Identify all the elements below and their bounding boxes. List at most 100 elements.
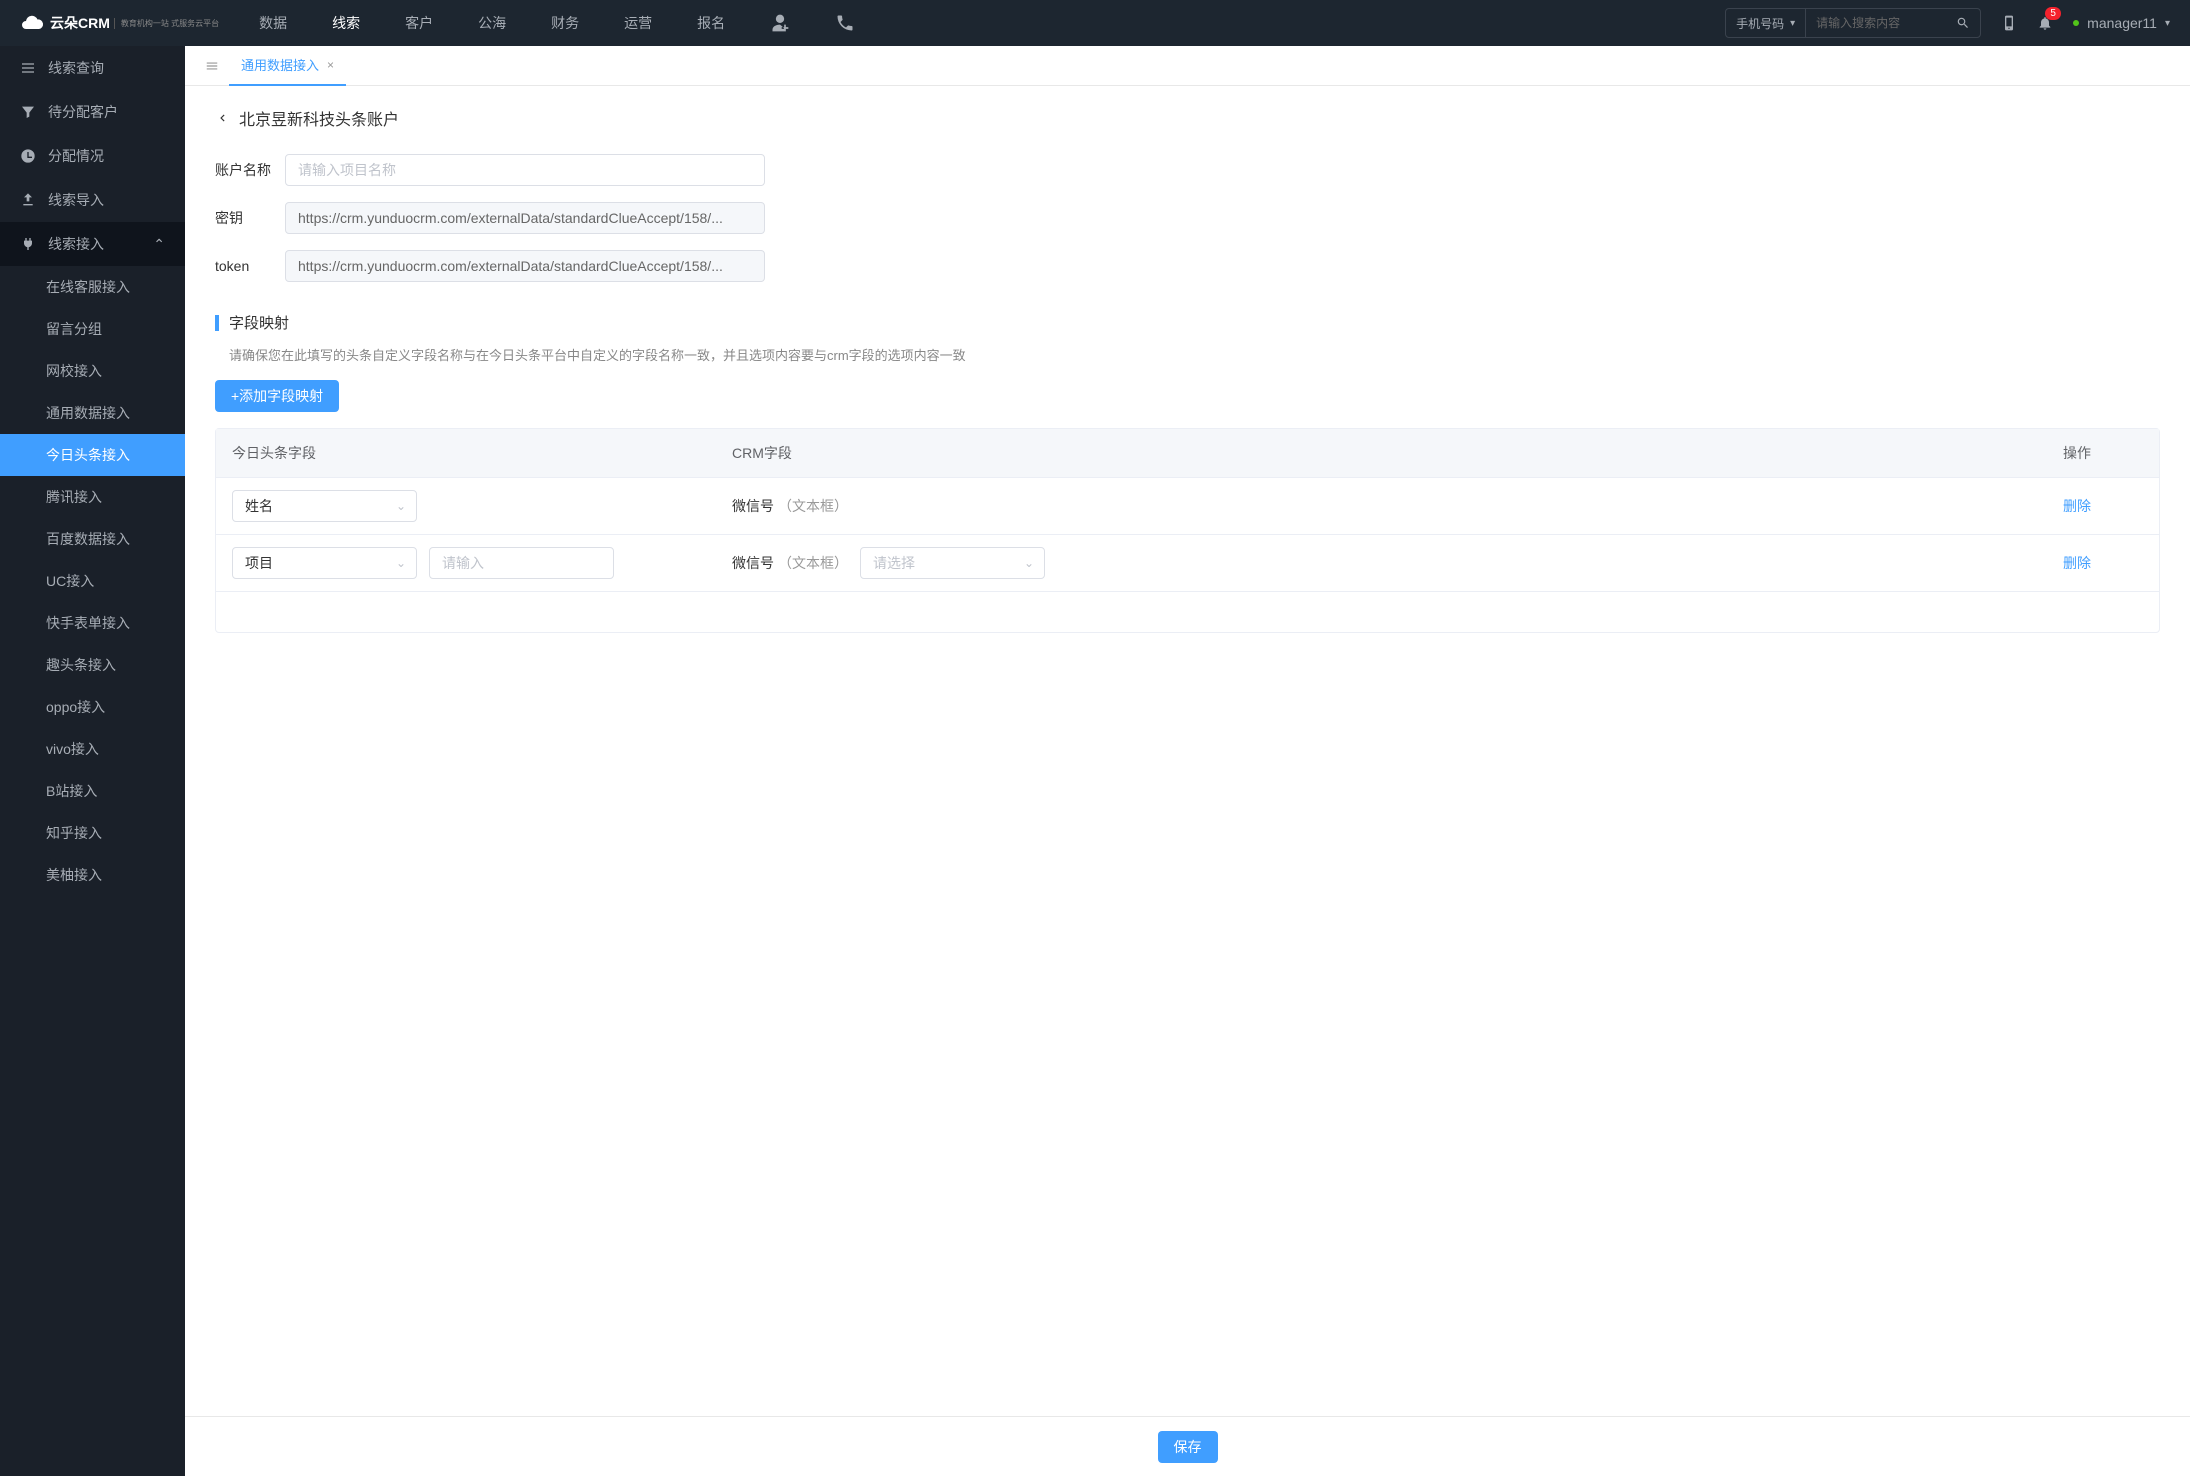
sidebar-sub-online-service[interactable]: 在线客服接入 — [0, 266, 185, 308]
sidebar-item-clue-query[interactable]: 线索查询 — [0, 46, 185, 90]
sidebar-sub-vivo[interactable]: vivo接入 — [0, 728, 185, 770]
tab-general-data[interactable]: 通用数据接入 × — [229, 46, 346, 86]
select-placeholder: 请选择 — [873, 553, 915, 573]
section-title-mapping: 字段映射 — [215, 312, 2160, 333]
secret-label: 密钥 — [215, 208, 285, 228]
phone-icon[interactable] — [835, 13, 855, 33]
toutiao-field-select[interactable]: 项目 ⌄ — [232, 547, 417, 579]
mobile-icon[interactable] — [2001, 15, 2017, 31]
delete-button[interactable]: 删除 — [2063, 498, 2091, 514]
search-button[interactable] — [1946, 16, 1980, 30]
sidebar-sub-school[interactable]: 网校接入 — [0, 350, 185, 392]
search-type-select[interactable]: 手机号码 ▾ — [1726, 9, 1806, 37]
crm-field-value: 微信号 （文本框） — [732, 496, 848, 516]
search-icon — [1956, 16, 1970, 30]
page-title: 北京昱新科技头条账户 — [239, 106, 399, 130]
tabs-bar: 通用数据接入 × — [185, 46, 2190, 86]
select-value: 项目 — [245, 553, 273, 573]
sidebar-item-label: 待分配客户 — [48, 102, 118, 122]
form-row-account-name: 账户名称 — [215, 154, 2160, 186]
status-dot — [2073, 20, 2079, 26]
section-hint: 请确保您在此填写的头条自定义字段名称与在今日头条平台中自定义的字段名称一致，并且… — [229, 345, 2160, 364]
search-box: 手机号码 ▾ — [1725, 8, 1981, 38]
sidebar-sub-baidu[interactable]: 百度数据接入 — [0, 518, 185, 560]
import-icon — [20, 192, 36, 208]
col-action: 操作 — [2063, 443, 2143, 463]
page-content: 北京昱新科技头条账户 账户名称 密钥 token 字段映射 请确保您在此填写的头… — [185, 86, 2190, 1476]
sidebar-sub-message-group[interactable]: 留言分组 — [0, 308, 185, 350]
mapping-table: 今日头条字段 CRM字段 操作 姓名 ⌄ 微信号 — [215, 428, 2160, 633]
breadcrumb: 北京昱新科技头条账户 — [215, 106, 2160, 130]
account-name-input[interactable] — [285, 154, 765, 186]
plug-icon — [20, 236, 36, 252]
main-nav: 数据 线索 客户 公海 财务 运营 报名 — [259, 13, 855, 33]
top-header: 云朵CRM 教育机构一站 式服务云平台 数据 线索 客户 公海 财务 运营 报名… — [0, 0, 2190, 46]
header-right: 手机号码 ▾ 5 manager11 ▾ — [1725, 8, 2170, 38]
user-add-icon[interactable] — [770, 13, 790, 33]
extra-input[interactable] — [429, 547, 614, 579]
footer-bar: 保存 — [185, 1416, 2190, 1476]
nav-clue[interactable]: 线索 — [332, 13, 360, 33]
sidebar-sub-meiyou[interactable]: 美柚接入 — [0, 854, 185, 896]
crm-value-select[interactable]: 请选择 ⌄ — [860, 547, 1045, 579]
sidebar-item-import[interactable]: 线索导入 — [0, 178, 185, 222]
token-input[interactable] — [285, 250, 765, 282]
sidebar-item-label: 线索导入 — [48, 190, 104, 210]
sidebar-sub-tencent[interactable]: 腾讯接入 — [0, 476, 185, 518]
tabs-collapse-button[interactable] — [195, 59, 229, 73]
toutiao-field-select[interactable]: 姓名 ⌄ — [232, 490, 417, 522]
mapping-row: 项目 ⌄ 微信号 （文本框） 请选择 ⌄ — [216, 535, 2159, 592]
chevron-up-icon: ⌃ — [153, 236, 165, 253]
sidebar-sub-uc[interactable]: UC接入 — [0, 560, 185, 602]
col-crm: CRM字段 — [732, 443, 2063, 463]
main-content: 通用数据接入 × 北京昱新科技头条账户 账户名称 密钥 token — [185, 46, 2190, 1476]
delete-button[interactable]: 删除 — [2063, 555, 2091, 571]
mapping-table-header: 今日头条字段 CRM字段 操作 — [216, 429, 2159, 478]
crm-field-name: 微信号 — [732, 553, 774, 573]
tab-label: 通用数据接入 — [241, 55, 319, 74]
form-row-secret: 密钥 — [215, 202, 2160, 234]
filter-icon — [20, 104, 36, 120]
nav-public[interactable]: 公海 — [478, 13, 506, 33]
nav-finance[interactable]: 财务 — [551, 13, 579, 33]
sidebar-sub-zhihu[interactable]: 知乎接入 — [0, 812, 185, 854]
chevron-down-icon: ⌄ — [396, 556, 406, 570]
mapping-row: 姓名 ⌄ 微信号 （文本框） 删除 — [216, 478, 2159, 535]
sidebar-item-access[interactable]: 线索接入 ⌃ — [0, 222, 185, 266]
cloud-logo-icon — [20, 11, 44, 35]
crm-field-type: （文本框） — [778, 496, 848, 516]
token-label: token — [215, 258, 285, 274]
nav-data[interactable]: 数据 — [259, 13, 287, 33]
back-button[interactable] — [215, 111, 229, 125]
crm-field-type: （文本框） — [778, 553, 848, 573]
section-bar — [215, 315, 219, 331]
crm-field-name: 微信号 — [732, 496, 774, 516]
section-title-text: 字段映射 — [229, 312, 289, 333]
logo[interactable]: 云朵CRM 教育机构一站 式服务云平台 — [20, 11, 219, 35]
secret-input[interactable] — [285, 202, 765, 234]
select-value: 姓名 — [245, 496, 273, 516]
notifications-button[interactable]: 5 — [2037, 15, 2053, 31]
sidebar-sub-general-data[interactable]: 通用数据接入 — [0, 392, 185, 434]
sidebar-sub-bilibili[interactable]: B站接入 — [0, 770, 185, 812]
save-button[interactable]: 保存 — [1158, 1431, 1218, 1463]
nav-operation[interactable]: 运营 — [624, 13, 652, 33]
clock-icon — [20, 148, 36, 164]
sidebar-item-pending[interactable]: 待分配客户 — [0, 90, 185, 134]
sidebar-item-label: 线索接入 — [48, 234, 104, 254]
sidebar-item-assign[interactable]: 分配情况 — [0, 134, 185, 178]
tab-close-button[interactable]: × — [327, 58, 334, 72]
sidebar-sub-oppo[interactable]: oppo接入 — [0, 686, 185, 728]
nav-signup[interactable]: 报名 — [697, 13, 725, 33]
sidebar-sub-qutoutiao[interactable]: 趣头条接入 — [0, 644, 185, 686]
chevron-down-icon: ⌄ — [396, 499, 406, 513]
list-icon — [20, 60, 36, 76]
search-type-label: 手机号码 — [1736, 15, 1784, 32]
add-mapping-button[interactable]: +添加字段映射 — [215, 380, 339, 412]
user-menu[interactable]: manager11 ▾ — [2073, 15, 2170, 31]
search-input[interactable] — [1806, 16, 1946, 30]
sidebar-sub-kuaishou[interactable]: 快手表单接入 — [0, 602, 185, 644]
sidebar-sub-toutiao[interactable]: 今日头条接入 — [0, 434, 185, 476]
username: manager11 — [2087, 15, 2157, 31]
nav-customer[interactable]: 客户 — [405, 13, 433, 33]
